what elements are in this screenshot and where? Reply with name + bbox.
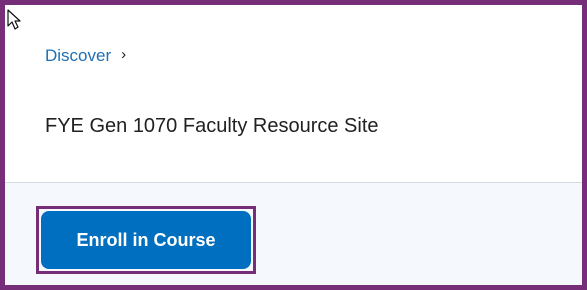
chevron-right-icon: › <box>121 46 127 63</box>
mouse-pointer-icon <box>7 9 21 30</box>
page-title: FYE Gen 1070 Faculty Resource Site <box>45 115 379 137</box>
screenshot-frame: Discover › FYE Gen 1070 Faculty Resource… <box>0 0 587 290</box>
breadcrumb-link-discover[interactable]: Discover <box>45 46 111 66</box>
enroll-in-course-button[interactable]: Enroll in Course <box>41 211 251 269</box>
breadcrumb: Discover › <box>45 46 126 66</box>
